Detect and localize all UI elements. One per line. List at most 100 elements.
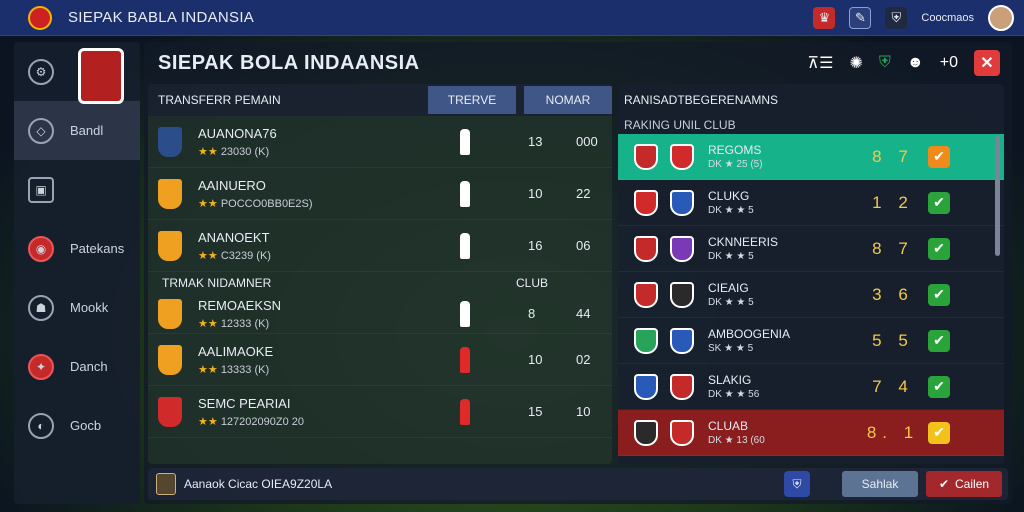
player-value-2: 06 (576, 238, 591, 253)
ranking-row[interactable]: SLAKIG DK ★ ★ 56 7 4 ✔ (618, 364, 1004, 410)
sidebar-item-trophy[interactable]: ▣ (14, 160, 140, 219)
club-shield-icon (158, 298, 182, 329)
transfer-icon: ☗ (28, 294, 54, 321)
player-row[interactable]: AALIMAOKE ★★ 13333 (K) 10 02 (148, 334, 612, 386)
player-figure-icon (460, 398, 470, 425)
team-icon: ◉ (28, 235, 54, 262)
player-stat: ★★ 13333 (K) (198, 363, 270, 376)
sidebar-item-label: Bandl (70, 123, 104, 138)
club-stat: DK ★ ★ 56 (708, 389, 760, 400)
shield-button[interactable]: ⛨ (784, 471, 810, 497)
player-figure-icon (460, 300, 470, 327)
check-icon[interactable]: ✔ (928, 237, 950, 260)
shield-icon[interactable]: ⛨ (885, 6, 908, 29)
sidebar-item-label: Gocb (70, 418, 102, 433)
club-name: REGOMS (708, 143, 762, 157)
player-name: AALIMAOKE (198, 343, 274, 359)
player-name: ANANOEKT (198, 229, 270, 245)
ranking-subtitle: RAKING UNIL CLUB (624, 118, 736, 132)
player-value-2: 10 (576, 404, 591, 419)
player-value-2: 000 (576, 134, 598, 149)
section-col-label: CLUB (515, 276, 548, 290)
player-stat: ★★ 127202090Z0 20 (198, 415, 304, 428)
tab-trerve[interactable]: TRERVE (428, 86, 516, 114)
user-label: Coocmaos (921, 11, 974, 24)
club-badge-icon[interactable]: ⛨ (879, 54, 891, 72)
trophy-icon[interactable]: ♛ (813, 6, 836, 29)
club-badge-icon (634, 419, 658, 446)
club-name: CIEAIG (708, 281, 749, 295)
club-badge-icon (670, 235, 694, 262)
check-icon[interactable]: ✔ (928, 329, 950, 352)
player-row[interactable]: REMOAEKSN ★★ 12333 (K) 8 44 (148, 294, 612, 334)
sidebar-item-ball[interactable]: ◇ Bandl (14, 101, 140, 160)
section-label: TRMAK NIDAMNER (162, 276, 272, 290)
player-figure-icon (460, 180, 470, 207)
club-stat: DK ★ 13 (60 (708, 435, 765, 446)
formation-icon[interactable]: ⊼☰ (807, 53, 833, 73)
footer-text: Aanaok Cicac OIEA9Z20LA (184, 477, 333, 491)
player-value-1: 15 (528, 404, 543, 419)
club-stat: DK ★ ★ 5 (708, 205, 754, 216)
ranking-row[interactable]: CKNNEERIS DK ★ ★ 5 8 7 ✔ (618, 226, 1004, 272)
club-badge-icon (634, 281, 658, 308)
check-icon[interactable]: ✔ (928, 191, 950, 214)
check-icon[interactable]: ✔ (928, 421, 950, 444)
check-icon[interactable]: ✔ (928, 283, 950, 306)
club-stat: DK ★ ★ 5 (708, 297, 754, 308)
gear-icon[interactable]: ✺ (849, 53, 862, 73)
player-row[interactable]: SEMC PEARIAI ★★ 127202090Z0 20 15 10 (148, 386, 612, 438)
sidebar-item-match[interactable]: ✦ Danch (14, 337, 140, 396)
club-badge-icon (634, 189, 658, 216)
club-stat: DK ★ ★ 5 (708, 251, 754, 262)
player-stat: ★★ 12333 (K) (198, 317, 270, 330)
sidebar-item-transfer[interactable]: ☗ Mookk (14, 278, 140, 337)
sidebar: ⚙ ◇ Bandl ▣ ◉ Patekans ☗ Mookk ✦ Danch ◐… (14, 42, 140, 504)
club-shield-icon (158, 178, 182, 209)
club-badge-icon (634, 327, 658, 354)
sidebar-item-label: Mookk (70, 300, 109, 315)
sidebar-item-label: Patekans (70, 241, 125, 256)
player-stat: ★★ POCCO0BB0E2S) (198, 197, 313, 210)
club-badge-icon (670, 419, 694, 446)
player-value-1: 13 (528, 134, 543, 149)
club-name: CKNNEERIS (708, 235, 779, 249)
scrollbar[interactable] (995, 136, 1000, 256)
sidebar-item-settings[interactable]: ◐ Gocb (14, 396, 140, 455)
club-score: 3 6 (872, 284, 914, 304)
club-badge-icon (670, 373, 694, 400)
club-score: 8 7 (872, 238, 914, 258)
player-value-2: 22 (576, 186, 591, 201)
ranking-row[interactable]: REGOMS DK ★ 25 (5) 8 7 ✔ (618, 134, 1004, 180)
player-figure-icon (460, 346, 470, 373)
player-row[interactable]: AAINUERO ★★ POCCO0BB0E2S) 10 22 (148, 168, 612, 220)
club-badge-icon (634, 143, 658, 170)
player-name: SEMC PEARIAI (198, 395, 291, 411)
player-value-2: 44 (576, 306, 591, 321)
transfer-panel: TRANSFERR PEMAIN TRERVE NOMAR AUANONA76 ★… (148, 84, 612, 464)
check-icon[interactable]: ✔ (928, 145, 950, 168)
player-row[interactable]: ANANOEKT ★★ C3239 (K) 16 06 (148, 220, 612, 272)
ranking-row[interactable]: CLUAB DK ★ 13 (60 8. 1 ✔ (618, 410, 1004, 456)
ranking-row[interactable]: AMBOOGENIA SK ★ ★ 5 5 5 ✔ (618, 318, 1004, 364)
sidebar-item-team[interactable]: ◉ Patekans (14, 219, 140, 278)
ranking-row[interactable]: CLUKG DK ★ ★ 5 1 2 ✔ (618, 180, 1004, 226)
club-score: 8 7 (872, 146, 914, 166)
ranking-row[interactable]: CIEAIG DK ★ ★ 5 3 6 ✔ (618, 272, 1004, 318)
club-score: 8. 1 (866, 422, 920, 442)
transfer-header: TRANSFERR PEMAIN TRERVE NOMAR (148, 84, 612, 116)
save-button[interactable]: Sahlak (842, 471, 918, 497)
player-value-1: 10 (528, 186, 543, 201)
close-button[interactable]: ✕ (974, 50, 1000, 76)
player-name: AAINUERO (198, 177, 266, 193)
player-icon[interactable]: ☻ (907, 54, 924, 72)
check-icon[interactable]: ✔ (928, 375, 950, 398)
club-badge-icon (670, 143, 694, 170)
avatar[interactable] (988, 4, 1014, 31)
club-badge-icon (670, 281, 694, 308)
player-row[interactable]: AUANONA76 ★★ 23030 (K) 13 000 (148, 116, 612, 168)
club-badge-icon (634, 235, 658, 262)
tab-nomar[interactable]: NOMAR (524, 86, 612, 114)
edit-icon[interactable]: ✎ (849, 6, 872, 29)
cancel-button[interactable]: ✔ Cailen (926, 471, 1002, 497)
